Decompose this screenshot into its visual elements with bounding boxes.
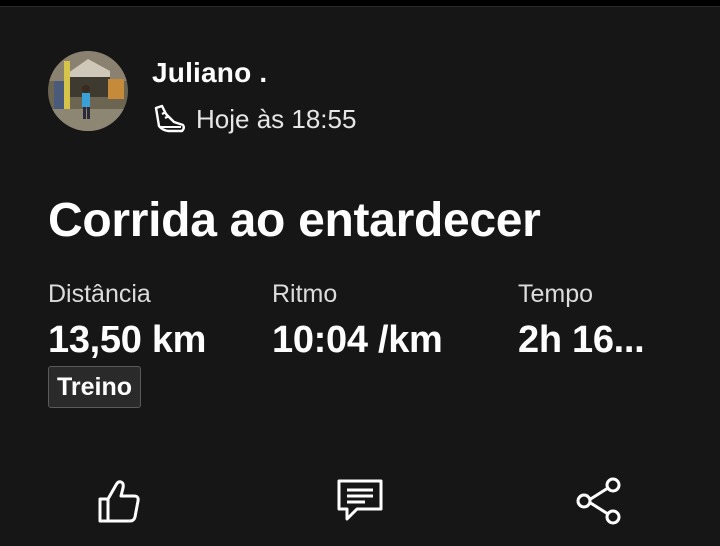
- stat-time: Tempo 2h 16...: [518, 277, 645, 362]
- stat-time-label: Tempo: [518, 280, 594, 308]
- athlete-name[interactable]: Juliano .: [152, 57, 267, 89]
- comment-icon: [337, 479, 383, 521]
- activity-meta: Hoje às 18:55: [152, 103, 356, 135]
- comment-button[interactable]: [328, 469, 392, 533]
- share-icon: [576, 477, 621, 525]
- kudos-button[interactable]: [88, 469, 152, 533]
- stat-distance-label: Distância: [48, 280, 151, 308]
- activity-timestamp: Hoje às 18:55: [196, 103, 357, 134]
- activity-title[interactable]: Corrida ao entardecer: [48, 193, 541, 248]
- stat-distance-value: 13,50 km: [48, 319, 207, 361]
- stat-distance: Distância 13,50 km: [48, 277, 206, 362]
- stat-pace: Ritmo 10:04 /km: [272, 277, 443, 362]
- athlete-avatar[interactable]: [48, 51, 128, 131]
- stat-pace-label: Ritmo: [272, 280, 338, 308]
- thumbs-up-icon: [98, 480, 140, 523]
- activity-card[interactable]: Juliano . Hoje às 18:55 Corrida ao entar…: [0, 6, 720, 546]
- running-shoe-icon: [154, 104, 185, 133]
- workout-tag: Treino: [48, 366, 142, 408]
- stat-pace-value: 10:04 /km: [272, 319, 443, 361]
- share-button[interactable]: [567, 469, 631, 533]
- stat-time-value: 2h 16...: [518, 319, 645, 361]
